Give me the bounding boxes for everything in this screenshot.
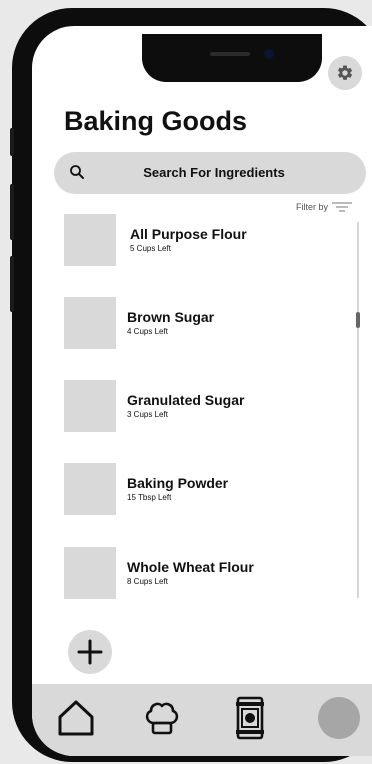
home-icon: [58, 700, 94, 736]
notch: [142, 34, 322, 82]
bottom-nav-bar: [32, 684, 372, 756]
speaker: [210, 52, 250, 56]
ingredient-name: Granulated Sugar: [127, 392, 245, 408]
list-item[interactable]: Whole Wheat Flour 8 Cups Left: [64, 547, 324, 601]
filter-icon: [332, 202, 353, 212]
filter-button[interactable]: Filter by: [296, 202, 353, 212]
filter-label: Filter by: [296, 202, 329, 212]
ingredient-quantity: 4 Cups Left: [127, 327, 168, 336]
list-item[interactable]: All Purpose Flour 5 Cups Left: [64, 214, 324, 268]
scrollbar-track[interactable]: [357, 222, 359, 598]
ingredient-thumbnail: [64, 463, 116, 515]
nav-recipes[interactable]: [140, 696, 184, 740]
phone-frame: Baking Goods Search For Ingredients Filt…: [10, 8, 372, 762]
nav-home[interactable]: [54, 696, 98, 740]
avatar[interactable]: [318, 697, 360, 739]
mute-switch: [10, 128, 14, 156]
list-item[interactable]: Granulated Sugar 3 Cups Left: [64, 380, 324, 434]
scrollbar-thumb[interactable]: [356, 312, 360, 328]
ingredient-quantity: 3 Cups Left: [127, 410, 168, 419]
plus-icon: [77, 639, 103, 665]
ingredient-quantity: 8 Cups Left: [127, 577, 168, 586]
volume-up-button: [10, 184, 14, 240]
app-screen: Baking Goods Search For Ingredients Filt…: [32, 26, 372, 756]
list-item[interactable]: Brown Sugar 4 Cups Left: [64, 297, 324, 351]
page-title: Baking Goods: [64, 106, 248, 136]
settings-button[interactable]: [328, 56, 362, 90]
gear-icon: [337, 65, 353, 80]
search-bar[interactable]: Search For Ingredients: [54, 152, 366, 194]
ingredient-quantity: 5 Cups Left: [130, 244, 171, 253]
ingredient-thumbnail: [64, 297, 116, 349]
ingredient-name: Brown Sugar: [127, 309, 215, 325]
ingredient-thumbnail: [64, 214, 116, 266]
chef-hat-icon: [145, 702, 179, 735]
search-input[interactable]: Search For Ingredients: [54, 165, 366, 180]
ingredient-name: Whole Wheat Flour: [127, 559, 254, 575]
ingredient-name: All Purpose Flour: [130, 226, 247, 242]
nav-pantry[interactable]: [228, 696, 272, 740]
list-item[interactable]: Baking Powder 15 Tbsp Left: [64, 463, 324, 517]
ingredient-thumbnail: [64, 547, 116, 599]
volume-down-button: [10, 256, 14, 312]
add-ingredient-button[interactable]: [68, 630, 112, 674]
ingredient-name: Baking Powder: [127, 475, 229, 491]
ingredient-thumbnail: [64, 380, 116, 432]
front-camera: [264, 49, 274, 59]
ingredient-quantity: 15 Tbsp Left: [127, 493, 172, 502]
jar-icon: [236, 696, 264, 740]
